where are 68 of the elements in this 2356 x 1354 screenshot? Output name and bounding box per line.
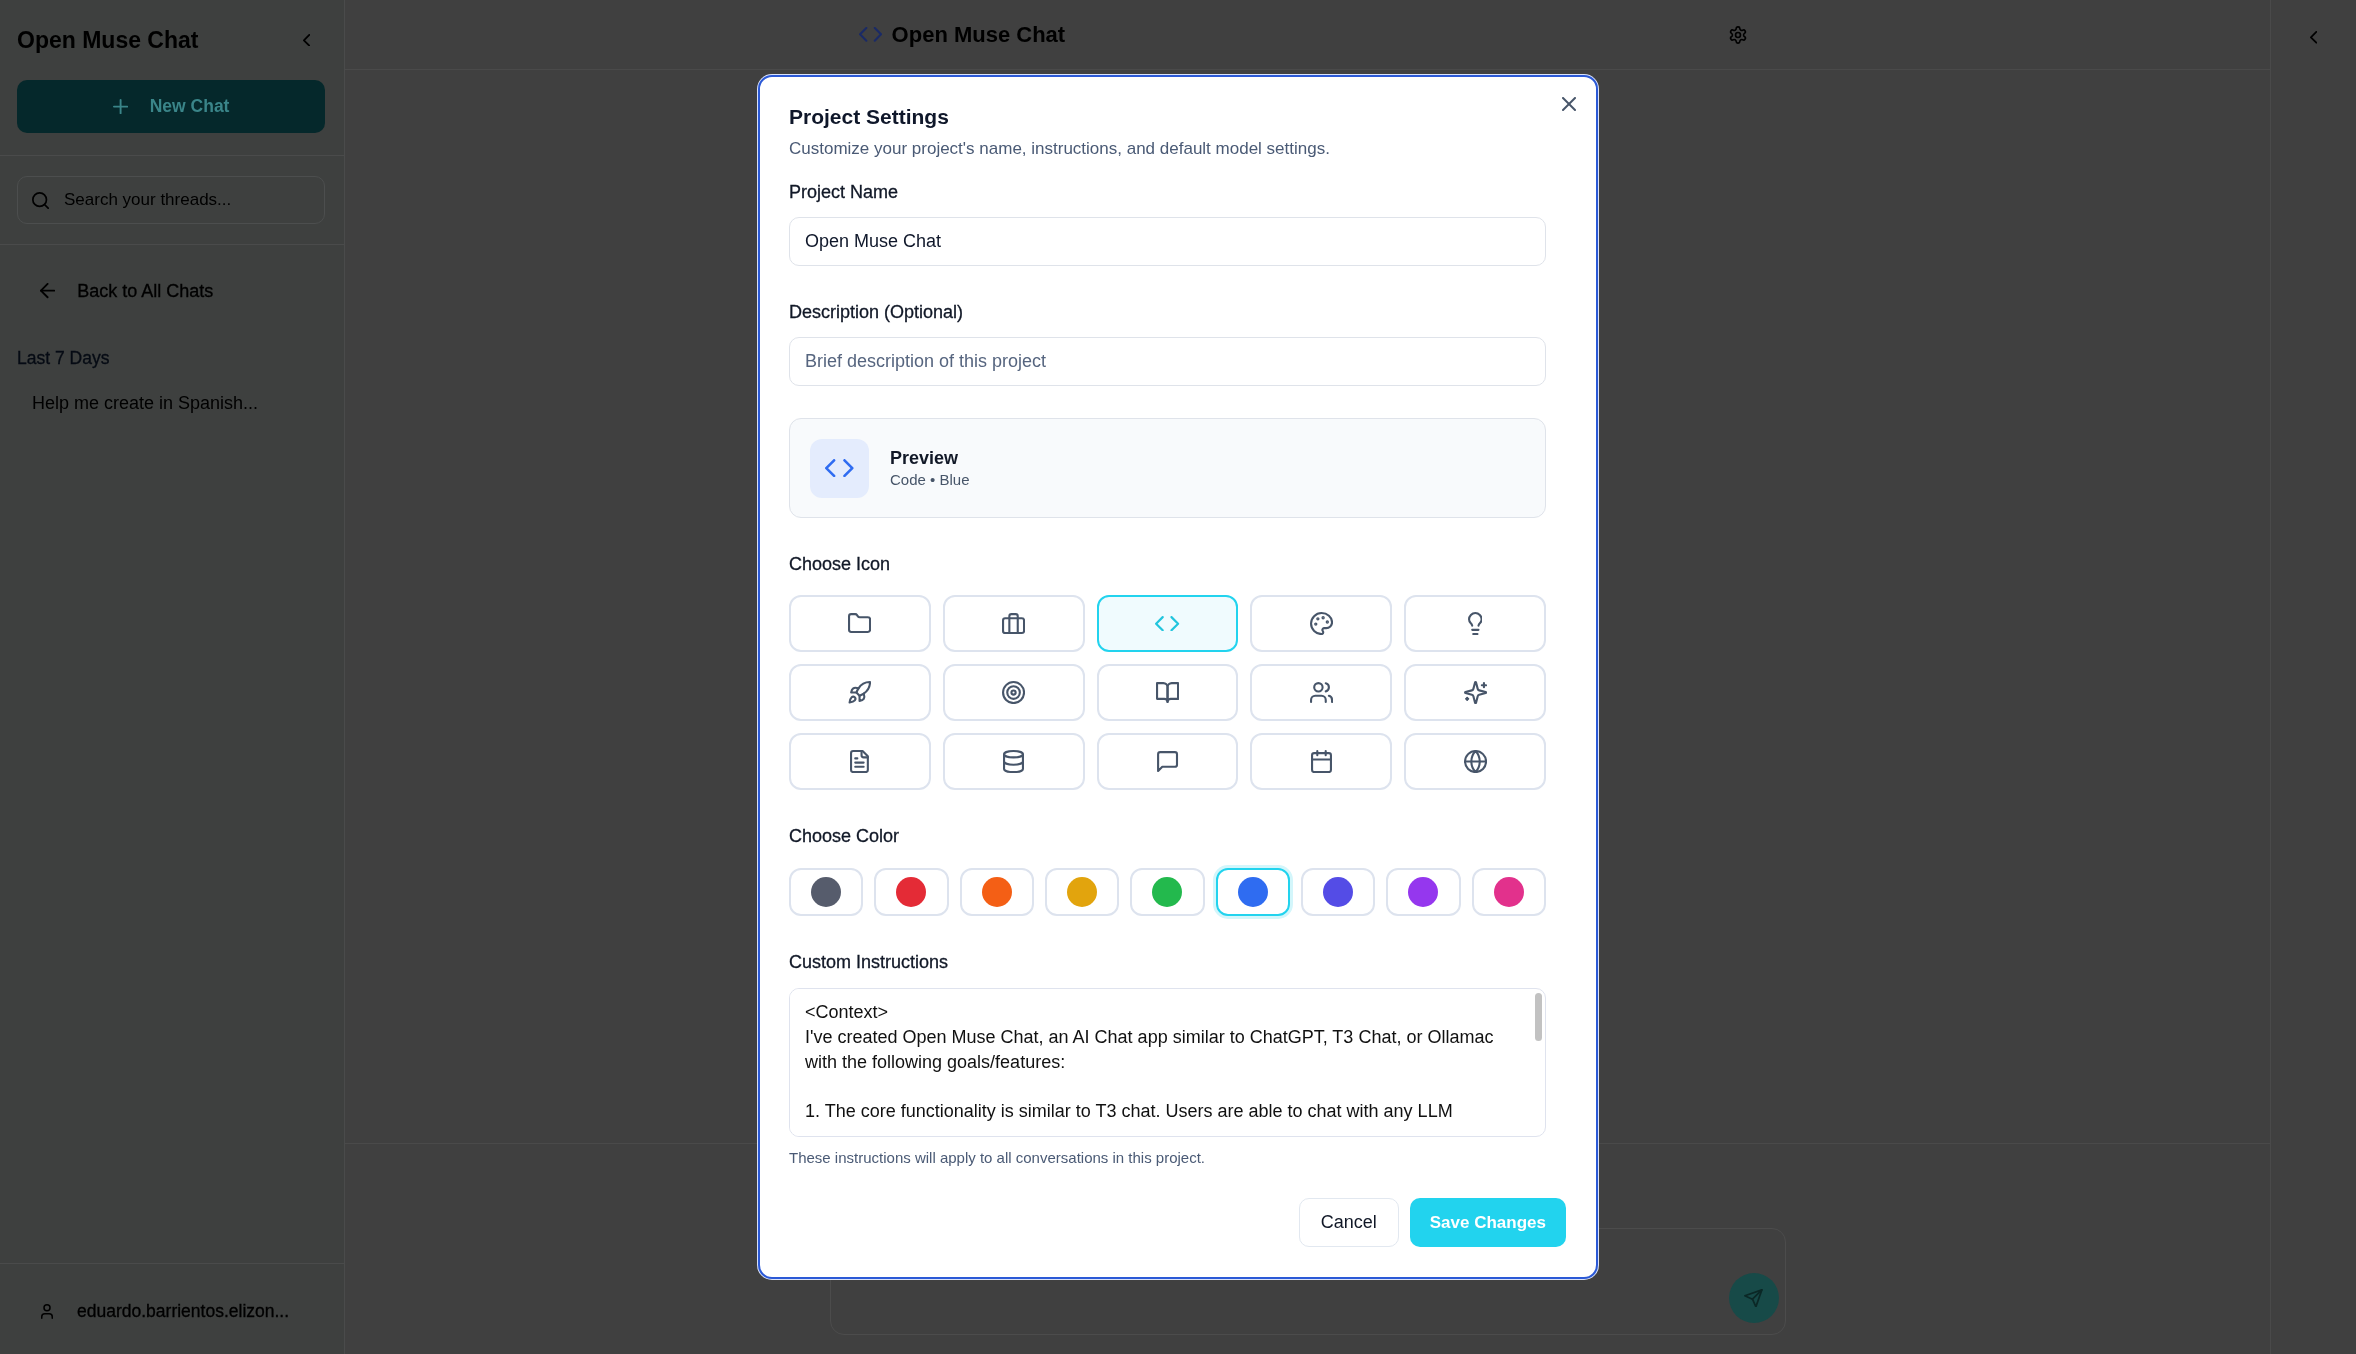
code-icon bbox=[810, 438, 869, 498]
field-hint: These instructions will apply to all conversations in this project. bbox=[789, 1148, 1207, 1168]
search-field[interactable]: Search your threads... bbox=[17, 176, 325, 224]
section-heading: Last 7 Days bbox=[17, 347, 111, 369]
document-icon bbox=[850, 749, 870, 774]
arrow-left-icon bbox=[40, 283, 56, 299]
cancel-button[interactable]: Cancel bbox=[1298, 1198, 1399, 1247]
person-icon bbox=[41, 1303, 53, 1319]
book-icon bbox=[1155, 680, 1180, 705]
sparkles-icon bbox=[1463, 680, 1487, 705]
back-link[interactable]: Back to All Chats bbox=[0, 271, 214, 311]
color-option[interactable] bbox=[789, 868, 864, 916]
folder-icon bbox=[848, 611, 872, 636]
icon-option[interactable] bbox=[1096, 664, 1239, 721]
globe-icon bbox=[1463, 749, 1487, 774]
color-option[interactable] bbox=[874, 868, 949, 916]
lightbulb-icon bbox=[1467, 611, 1483, 636]
speech-bubble-icon bbox=[1155, 749, 1180, 774]
code-icon bbox=[858, 27, 882, 42]
icon-option[interactable] bbox=[942, 733, 1085, 790]
field-label: Custom Instructions bbox=[789, 951, 950, 973]
briefcase-icon bbox=[1002, 611, 1026, 636]
send-icon bbox=[1744, 1288, 1763, 1308]
icon-option[interactable] bbox=[942, 595, 1085, 652]
chat-title: Open Muse Chat bbox=[891, 21, 1066, 48]
palette-icon bbox=[1309, 611, 1333, 636]
dialog-description: Customize your project's name, instructions, and default model settings. bbox=[789, 138, 1331, 160]
field-label: Description (Optional) bbox=[789, 301, 965, 323]
target-icon bbox=[1002, 680, 1026, 705]
color-option[interactable] bbox=[1130, 868, 1205, 916]
color-option[interactable] bbox=[1045, 868, 1120, 916]
icon-option[interactable] bbox=[1404, 733, 1546, 790]
new-chat-button[interactable]: New Chat bbox=[17, 80, 325, 133]
preview-title: Preview bbox=[890, 447, 959, 470]
code-icon bbox=[1155, 615, 1180, 632]
rocket-icon bbox=[848, 680, 872, 705]
name-field[interactable]: Open Muse Chat bbox=[789, 217, 1546, 266]
database-icon bbox=[1003, 749, 1025, 774]
chevron-left-icon[interactable] bbox=[2309, 31, 2318, 44]
people-icon bbox=[1309, 680, 1333, 705]
icon-option[interactable] bbox=[789, 733, 931, 790]
icon-option[interactable] bbox=[789, 664, 931, 721]
plus-icon bbox=[112, 98, 128, 115]
field-label: Project Name bbox=[789, 181, 900, 203]
chevron-left-icon[interactable] bbox=[302, 33, 310, 47]
color-option[interactable] bbox=[1386, 868, 1461, 916]
instructions-field[interactable]: <Context> I've created Open Muse Chat, an AI Chat app similar to ChatGPT, T3 Chat, or Ollamac with the following goals/features: 1. The core functionality is similar to T3 chat. Users are able to chat with any LLM bbox=[789, 988, 1546, 1137]
calendar-icon bbox=[1310, 749, 1332, 774]
icon-option[interactable] bbox=[1404, 664, 1546, 721]
color-option[interactable] bbox=[959, 868, 1034, 916]
scrollbar-thumb[interactable] bbox=[1534, 993, 1542, 1041]
field-label: Choose Icon bbox=[789, 553, 892, 575]
color-option[interactable] bbox=[1301, 868, 1376, 916]
preview-caption: Code • Blue bbox=[890, 470, 970, 490]
dialog-title: Project Settings bbox=[789, 104, 950, 130]
close-icon[interactable] bbox=[1562, 97, 1576, 111]
thread-item[interactable]: Help me create in Spanish... bbox=[17, 391, 274, 415]
account-button[interactable]: eduardo.barrientos.elizon... bbox=[41, 1300, 290, 1322]
description-field[interactable]: Brief description of this project bbox=[789, 337, 1546, 386]
color-option[interactable] bbox=[1471, 868, 1546, 916]
icon-option[interactable] bbox=[1250, 733, 1393, 790]
icon-option[interactable] bbox=[942, 664, 1085, 721]
icon-option[interactable] bbox=[1250, 595, 1393, 652]
field-label: Choose Color bbox=[789, 825, 901, 847]
color-option[interactable] bbox=[1215, 868, 1290, 916]
settings-icon[interactable] bbox=[1728, 25, 1747, 44]
search-icon bbox=[32, 191, 49, 209]
app-title: Open Muse Chat bbox=[17, 26, 199, 55]
